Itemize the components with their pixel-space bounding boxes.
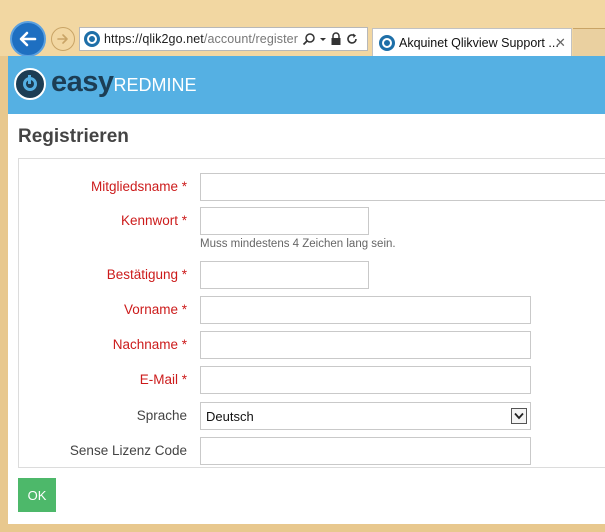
app-logo[interactable]: easyREDMINE <box>51 66 197 99</box>
language-select[interactable]: Deutsch <box>200 402 531 430</box>
lastname-input[interactable] <box>200 331 531 359</box>
lastname-label: Nachname * <box>112 337 187 352</box>
dropdown-arrow-icon[interactable] <box>319 32 327 46</box>
address-bar-icons <box>302 31 366 47</box>
site-favicon-icon <box>84 31 100 47</box>
confirmation-input[interactable] <box>200 261 369 289</box>
page-title: Registrieren <box>18 126 129 147</box>
new-tab-area[interactable] <box>573 28 605 56</box>
login-input[interactable] <box>200 173 605 201</box>
url-text[interactable]: https://qlik2go.net/account/register <box>104 32 298 46</box>
license-label: Sense Lizenz Code <box>69 443 187 458</box>
back-arrow-icon <box>19 31 37 47</box>
submit-button[interactable]: OK <box>18 478 56 512</box>
browser-tab[interactable]: Akquinet Qlikview Support ... ✕ <box>372 28 572 56</box>
logo-redmine-text: REDMINE <box>113 75 197 95</box>
language-label: Sprache <box>136 408 187 423</box>
registration-form: Mitgliedsname * Kennwort * Muss mindeste… <box>18 158 605 468</box>
logo-easy-text: easy <box>51 66 114 98</box>
easyredmine-logo-icon[interactable] <box>14 68 46 100</box>
license-code-input[interactable] <box>200 437 531 465</box>
tab-title: Akquinet Qlikview Support ... <box>399 36 559 50</box>
url-path: /account/register <box>203 32 298 46</box>
address-bar[interactable]: https://qlik2go.net/account/register <box>79 27 368 51</box>
close-icon[interactable]: ✕ <box>555 35 566 51</box>
app-header: easyREDMINE <box>8 56 605 114</box>
confirmation-label: Bestätigung * <box>106 267 187 282</box>
firstname-input[interactable] <box>200 296 531 324</box>
refresh-icon[interactable] <box>345 32 359 46</box>
tab-favicon-icon <box>379 35 395 51</box>
login-label: Mitgliedsname * <box>90 179 187 194</box>
forward-arrow-icon <box>57 34 68 44</box>
email-label: E-Mail * <box>139 372 187 387</box>
email-input[interactable] <box>200 366 531 394</box>
browser-chrome: https://qlik2go.net/account/register Akq… <box>0 0 605 57</box>
lock-icon[interactable] <box>330 32 342 46</box>
back-button[interactable] <box>10 21 46 57</box>
password-hint: Muss mindestens 4 Zeichen lang sein. <box>200 238 396 250</box>
firstname-label: Vorname * <box>123 302 187 317</box>
search-icon[interactable] <box>302 32 316 46</box>
page-content: easyREDMINE Registrieren Mitgliedsname *… <box>8 56 605 524</box>
password-input[interactable] <box>200 207 369 235</box>
language-selected-value: Deutsch <box>206 409 254 424</box>
url-host: https://qlik2go.net <box>104 32 204 46</box>
forward-button[interactable] <box>51 27 75 51</box>
chevron-down-icon[interactable] <box>511 408 527 424</box>
password-label: Kennwort * <box>120 213 187 228</box>
